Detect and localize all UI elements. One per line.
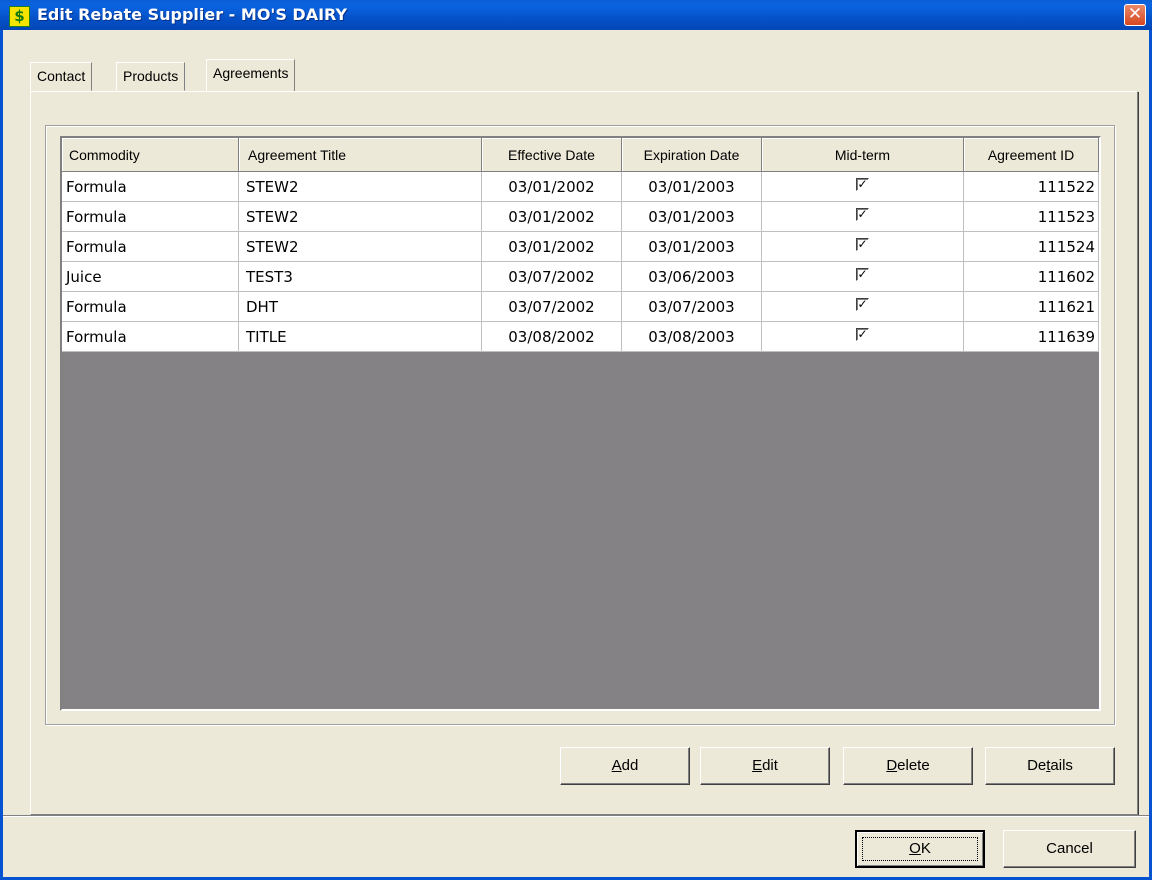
table-row[interactable]: Formula TITLE 03/08/2002 03/08/2003 ✓ 11… (62, 322, 1099, 352)
cell-agreement-id: 111621 (964, 292, 1099, 322)
cell-mid-term: ✓ (762, 292, 964, 322)
tab-products[interactable]: Products (116, 62, 186, 91)
close-icon: ✕ (1127, 4, 1143, 24)
midterm-checkbox[interactable]: ✓ (856, 298, 869, 311)
midterm-checkbox[interactable]: ✓ (856, 268, 869, 281)
tab-label: Contact (37, 68, 86, 84)
cell-agreement-title: DHT (239, 292, 482, 322)
cell-effective-date: 03/01/2002 (482, 202, 622, 232)
cell-agreement-id: 111522 (964, 172, 1099, 202)
cell-effective-date: 03/01/2002 (482, 232, 622, 262)
cell-effective-date: 03/08/2002 (482, 322, 622, 352)
title-bar[interactable]: $ Edit Rebate Supplier - MO'S DAIRY ✕ (0, 0, 1152, 30)
cell-mid-term: ✓ (762, 322, 964, 352)
table-row[interactable]: Formula STEW2 03/01/2002 03/01/2003 ✓ 11… (62, 232, 1099, 262)
cell-commodity: Formula (62, 232, 239, 262)
cell-expiration-date: 03/08/2003 (622, 322, 762, 352)
column-header-agreement-id[interactable]: Agreement ID (964, 138, 1099, 172)
table-row[interactable]: Formula DHT 03/07/2002 03/07/2003 ✓ 1116… (62, 292, 1099, 322)
tab-contact[interactable]: Contact (30, 62, 93, 91)
column-header-expiration-date[interactable]: Expiration Date (622, 138, 762, 172)
midterm-checkbox[interactable]: ✓ (856, 178, 869, 191)
edit-button[interactable]: Edit (700, 747, 830, 785)
cell-expiration-date: 03/06/2003 (622, 262, 762, 292)
details-button-label: Details (1027, 757, 1073, 774)
cell-effective-date: 03/01/2002 (482, 172, 622, 202)
cell-agreement-title: TITLE (239, 322, 482, 352)
table-row[interactable]: Juice TEST3 03/07/2002 03/06/2003 ✓ 1116… (62, 262, 1099, 292)
midterm-checkbox[interactable]: ✓ (856, 238, 869, 251)
cell-agreement-title: STEW2 (239, 232, 482, 262)
cell-commodity: Juice (62, 262, 239, 292)
add-button[interactable]: Add (560, 747, 690, 785)
tab-agreements[interactable]: Agreements (206, 59, 296, 91)
ok-button-label: OK (909, 840, 931, 857)
cell-effective-date: 03/07/2002 (482, 262, 622, 292)
cell-expiration-date: 03/07/2003 (622, 292, 762, 322)
cell-agreement-id: 111524 (964, 232, 1099, 262)
cell-effective-date: 03/07/2002 (482, 292, 622, 322)
tab-label: Agreements (213, 65, 289, 81)
add-button-label: Add (611, 757, 639, 774)
midterm-checkbox[interactable]: ✓ (856, 328, 869, 341)
column-header-mid-term[interactable]: Mid-term (762, 138, 964, 172)
cell-agreement-id: 111602 (964, 262, 1099, 292)
cell-expiration-date: 03/01/2003 (622, 172, 762, 202)
cell-agreement-id: 111523 (964, 202, 1099, 232)
cell-commodity: Formula (62, 322, 239, 352)
cell-commodity: Formula (62, 172, 239, 202)
agreements-grid[interactable]: Commodity Agreement Title Effective Date… (60, 136, 1101, 711)
dollar-icon: $ (9, 6, 30, 27)
details-button[interactable]: Details (985, 747, 1115, 785)
cell-agreement-title: STEW2 (239, 202, 482, 232)
midterm-checkbox[interactable]: ✓ (856, 208, 869, 221)
cancel-button-label: Cancel (1046, 840, 1093, 857)
cell-agreement-title: TEST3 (239, 262, 482, 292)
cell-agreement-title: STEW2 (239, 172, 482, 202)
cell-commodity: Formula (62, 292, 239, 322)
grid-header: Commodity Agreement Title Effective Date… (62, 138, 1099, 172)
cell-mid-term: ✓ (762, 202, 964, 232)
cell-expiration-date: 03/01/2003 (622, 202, 762, 232)
ok-button[interactable]: OK (855, 830, 985, 868)
cell-mid-term: ✓ (762, 232, 964, 262)
cell-commodity: Formula (62, 202, 239, 232)
column-header-effective-date[interactable]: Effective Date (482, 138, 622, 172)
cell-mid-term: ✓ (762, 262, 964, 292)
cancel-button[interactable]: Cancel (1003, 830, 1136, 868)
cell-expiration-date: 03/01/2003 (622, 232, 762, 262)
column-header-agreement-title[interactable]: Agreement Title (239, 138, 482, 172)
dialog-window: $ Edit Rebate Supplier - MO'S DAIRY ✕ Co… (0, 0, 1152, 880)
column-header-commodity[interactable]: Commodity (62, 138, 239, 172)
window-border-left (0, 30, 3, 880)
table-row[interactable]: Formula STEW2 03/01/2002 03/01/2003 ✓ 11… (62, 172, 1099, 202)
delete-button[interactable]: Delete (843, 747, 973, 785)
edit-button-label: Edit (752, 757, 778, 774)
cell-mid-term: ✓ (762, 172, 964, 202)
window-title: Edit Rebate Supplier - MO'S DAIRY (37, 5, 348, 24)
tab-label: Products (123, 68, 179, 84)
close-button[interactable]: ✕ (1124, 4, 1146, 26)
table-row[interactable]: Formula STEW2 03/01/2002 03/01/2003 ✓ 11… (62, 202, 1099, 232)
cell-agreement-id: 111639 (964, 322, 1099, 352)
delete-button-label: Delete (886, 757, 930, 774)
footer-separator (3, 815, 1149, 817)
